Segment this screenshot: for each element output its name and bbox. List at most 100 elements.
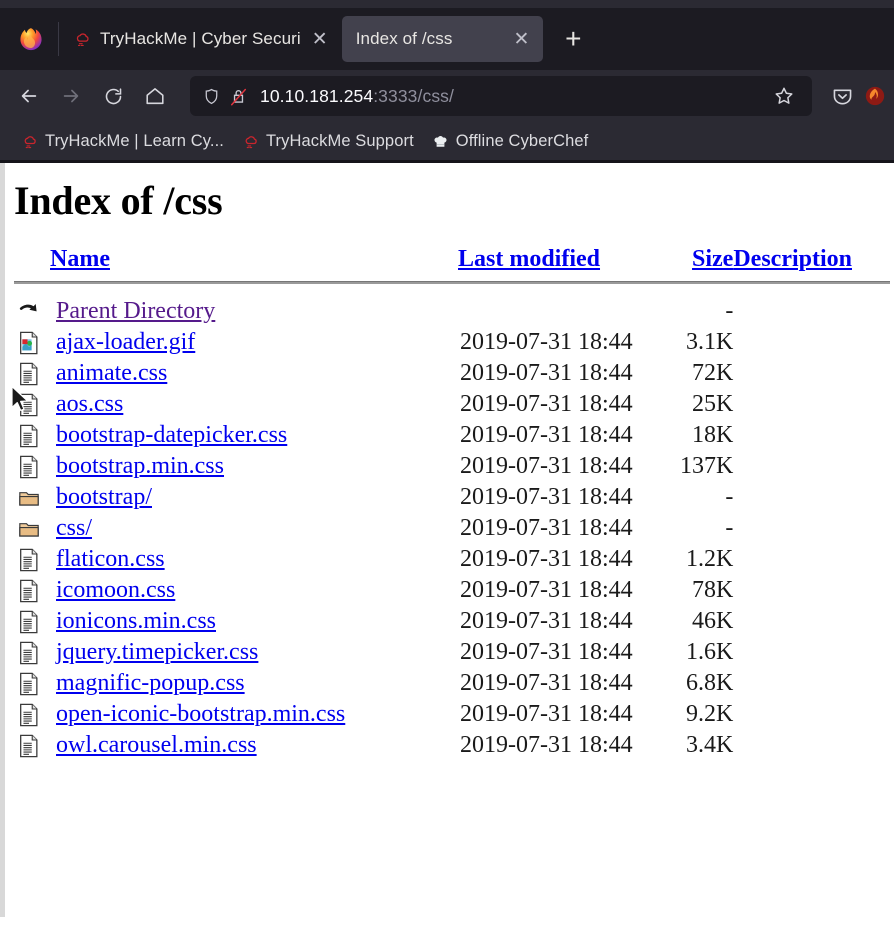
column-header-name[interactable]: Name [50,246,458,279]
reload-icon[interactable] [92,76,134,116]
text-file-icon [14,420,50,451]
tab-tryhackme[interactable]: TryHackMe | Cyber Securi ✕ [59,16,342,62]
url-text[interactable]: 10.10.181.254:3333/css/ [256,86,758,107]
table-row: animate.css 2019-07-31 18:44 72K [14,358,890,389]
page-left-edge [0,163,5,917]
navigation-toolbar: 10.10.181.254:3333/css/ [0,70,894,122]
column-header-icon [14,246,50,279]
cell-size: 1.6K [686,639,734,665]
cell-last-modified: 2019-07-31 18:44 [460,422,633,448]
cell-name: Parent Directory [50,296,458,327]
cell-name: owl.carousel.min.css [50,730,458,761]
horizontal-rule [14,281,890,284]
browser-chrome: TryHackMe | Cyber Securi ✕ Index of /css… [0,0,894,163]
cell-description [733,513,890,544]
file-link[interactable]: magnific-popup.css [56,670,245,696]
cell-last-modified: 2019-07-31 18:44 [460,670,633,696]
url-path: :3333/css/ [373,85,454,106]
file-link[interactable]: ionicons.min.css [56,608,216,634]
cell-description [733,389,890,420]
column-header-description[interactable]: Description [733,246,890,279]
text-file-icon [14,606,50,637]
window-titlebar-strip [0,0,894,8]
page-title: Index of /css [14,178,223,223]
tab-strip: TryHackMe | Cyber Securi ✕ Index of /css… [0,8,894,70]
new-tab-button[interactable]: + [553,19,593,59]
file-link[interactable]: Parent Directory [56,298,215,324]
cell-size: 18K [692,422,734,448]
table-row: ajax-loader.gif 2019-07-31 18:44 3.1K [14,327,890,358]
lock-crossed-out-icon[interactable] [229,86,248,107]
firefox-logo-icon [4,8,58,70]
cell-description [733,637,890,668]
cell-last-modified: 2019-07-31 18:44 [460,639,633,665]
extension-glyph-icon [865,86,885,106]
folder-icon [14,482,50,513]
table-row: bootstrap-datepicker.css 2019-07-31 18:44… [14,420,890,451]
page-viewport: Index of /css Name Last modified Size De… [0,163,894,917]
text-file-icon [14,699,50,730]
table-row: icomoon.css 2019-07-31 18:44 78K [14,575,890,606]
file-link[interactable]: open-iconic-bootstrap.min.css [56,701,345,727]
star-bookmark-icon[interactable] [766,79,802,113]
extension-icon[interactable] [864,76,886,116]
file-link[interactable]: bootstrap-datepicker.css [56,422,287,448]
cell-size: - [725,298,734,324]
url-bar[interactable]: 10.10.181.254:3333/css/ [190,76,812,116]
cell-size: 46K [692,608,734,634]
table-row: magnific-popup.css 2019-07-31 18:44 6.8K [14,668,890,699]
tab-close-icon[interactable]: ✕ [310,30,330,49]
column-header-size[interactable]: Size [670,246,733,279]
file-link[interactable]: bootstrap.min.css [56,453,224,479]
cell-size: 72K [692,360,734,386]
pocket-icon[interactable] [820,76,864,116]
file-link[interactable]: ajax-loader.gif [56,329,195,355]
browser-window: TryHackMe | Cyber Securi ✕ Index of /css… [0,0,894,930]
file-link[interactable]: aos.css [56,391,123,417]
cell-last-modified: 2019-07-31 18:44 [460,608,633,634]
cell-name: icomoon.css [50,575,458,606]
tab-title: Index of /css [355,29,453,48]
tab-close-icon[interactable]: ✕ [511,30,531,49]
cell-description [733,699,890,730]
bookmark-label: Offline CyberChef [455,131,589,150]
cell-description [733,482,890,513]
column-header-last-modified[interactable]: Last modified [458,246,670,279]
toolbar-right-icons [820,76,886,116]
tryhackme-favicon [76,33,89,47]
cell-last-modified: 2019-07-31 18:44 [460,701,633,727]
cell-name: aos.css [50,389,458,420]
forward-arrow-icon[interactable] [50,76,92,116]
cell-size: - [725,484,734,510]
file-link[interactable]: bootstrap/ [56,484,152,510]
cell-size: 25K [692,391,734,417]
cell-name: open-iconic-bootstrap.min.css [50,699,458,730]
file-link[interactable]: flaticon.css [56,546,165,572]
cell-name: bootstrap.min.css [50,451,458,482]
cell-last-modified: 2019-07-31 18:44 [460,577,633,603]
cell-description [733,668,890,699]
back-arrow-icon[interactable] [8,76,50,116]
bookmark-tryhackme-learn[interactable]: TryHackMe | Learn Cy... [12,128,233,155]
tab-index-of-css[interactable]: Index of /css ✕ [341,16,544,62]
text-file-icon [14,575,50,606]
text-file-icon [14,637,50,668]
cell-last-modified: 2019-07-31 18:44 [460,391,633,417]
bookmarks-toolbar: TryHackMe | Learn Cy... TryHackMe Suppor… [0,122,894,160]
home-icon[interactable] [134,76,176,116]
shield-icon[interactable] [202,87,221,106]
table-row: flaticon.css 2019-07-31 18:44 1.2K [14,544,890,575]
file-link[interactable]: css/ [56,515,92,541]
bookmark-offline-cyberchef[interactable]: Offline CyberChef [423,128,598,155]
file-link[interactable]: icomoon.css [56,577,175,603]
table-row: jquery.timepicker.css 2019-07-31 18:44 1.6… [14,637,890,668]
cell-last-modified: 2019-07-31 18:44 [460,329,633,355]
cell-size: 9.2K [686,701,734,727]
cell-name: magnific-popup.css [50,668,458,699]
file-link[interactable]: animate.css [56,360,167,386]
cell-last-modified: 2019-07-31 18:44 [460,732,633,758]
file-link[interactable]: owl.carousel.min.css [56,732,257,758]
cell-size: - [725,515,734,541]
file-link[interactable]: jquery.timepicker.css [56,639,258,665]
bookmark-tryhackme-support[interactable]: TryHackMe Support [233,128,423,155]
